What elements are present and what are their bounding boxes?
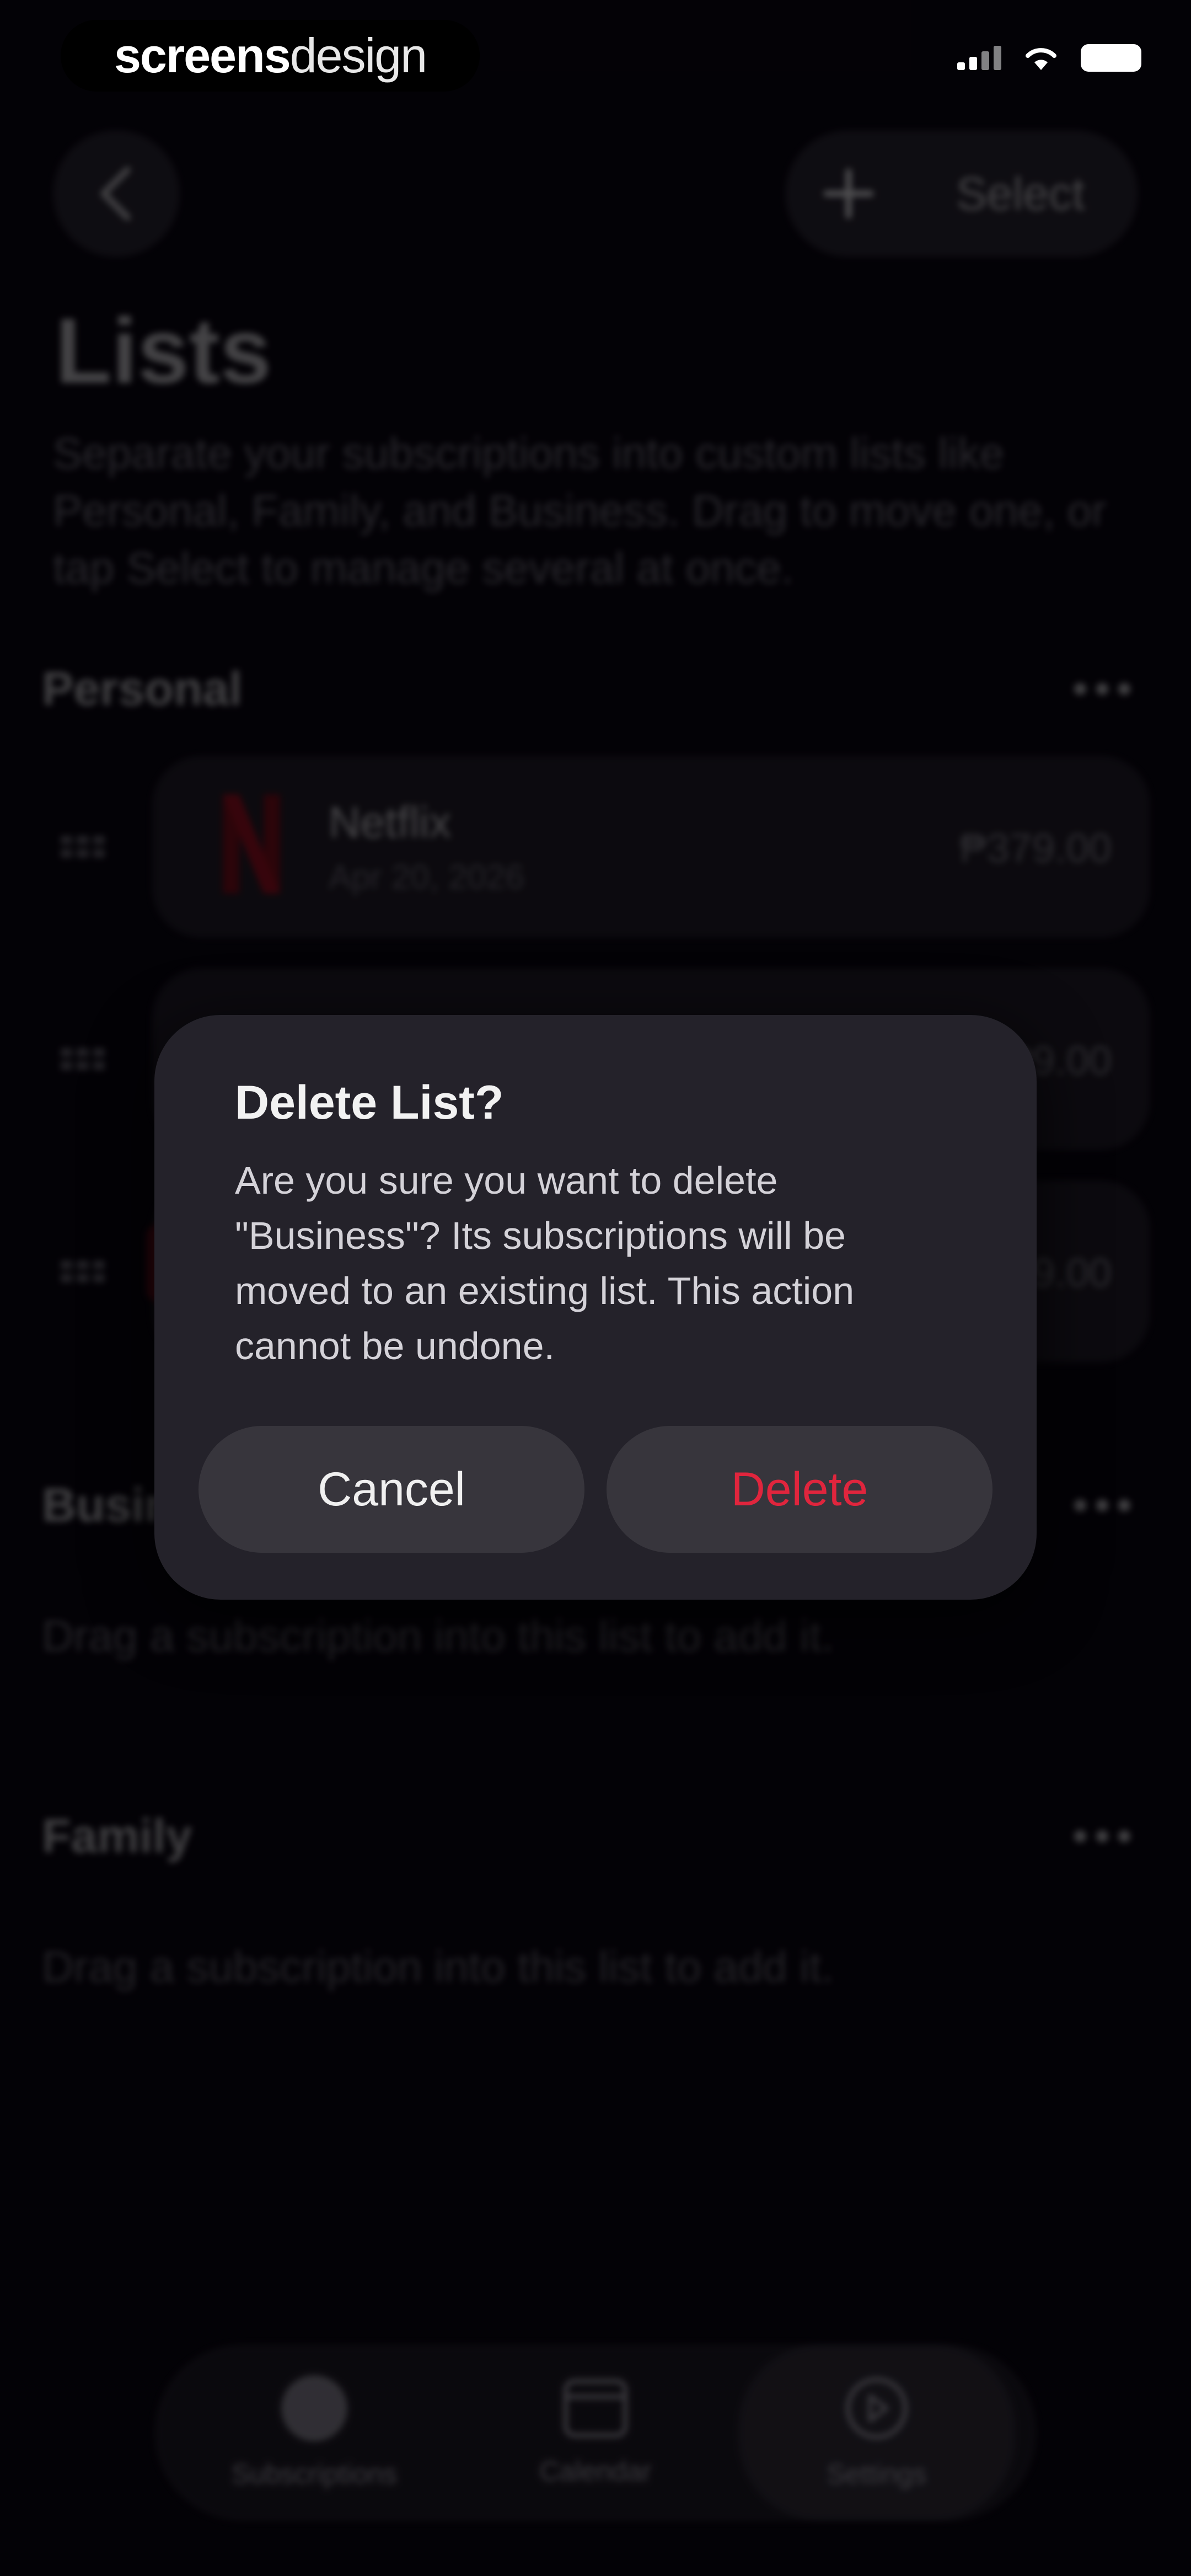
status-bar bbox=[957, 44, 1141, 72]
dialog-title: Delete List? bbox=[235, 1076, 504, 1129]
screen: screens design Select Lists Separate you… bbox=[0, 0, 1191, 2576]
cancel-button[interactable]: Cancel bbox=[198, 1426, 584, 1553]
watermark-light: design bbox=[289, 28, 427, 83]
delete-list-dialog: Delete List? Are you sure you want to de… bbox=[154, 1015, 1037, 1600]
delete-button[interactable]: Delete bbox=[607, 1426, 993, 1553]
dialog-message: Are you sure you want to delete "Busines… bbox=[235, 1159, 855, 1367]
watermark-bold: screens bbox=[114, 28, 291, 83]
wifi-icon bbox=[1026, 48, 1056, 70]
screensdesign-watermark: screens design bbox=[61, 20, 480, 92]
signal-icon bbox=[957, 46, 1001, 70]
battery-icon bbox=[1081, 44, 1141, 72]
